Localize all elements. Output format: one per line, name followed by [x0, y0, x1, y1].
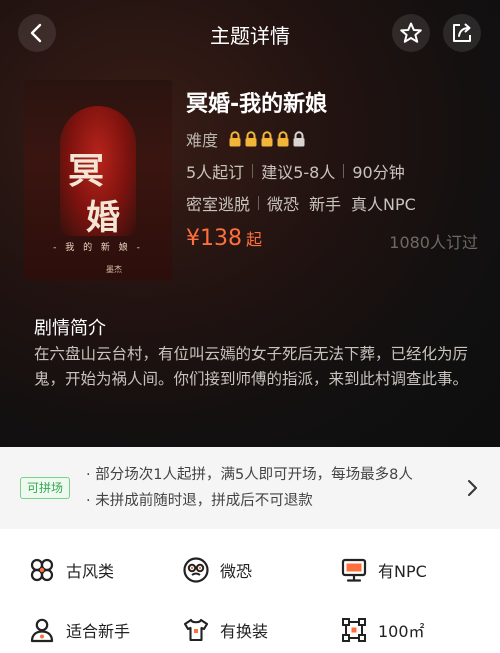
price-suffix: 起 — [246, 230, 263, 249]
lock-filled-icon — [229, 131, 241, 147]
difficulty-rating — [228, 131, 306, 147]
booked-count: 1080人订过 — [389, 233, 478, 252]
lock-filled-icon — [245, 131, 257, 147]
difficulty-label: 难度 — [186, 131, 219, 150]
difficulty-row: 难度 — [186, 127, 306, 151]
spec-item: 90分钟 — [352, 163, 405, 182]
ancient-style-icon — [28, 556, 56, 584]
tag: 真人NPC — [351, 195, 416, 214]
favorite-button[interactable] — [392, 14, 430, 52]
poster-title-char-2: 婚 — [86, 198, 120, 238]
plot-text: 在六盘山云台村，有位叫云嫣的女子死后无法下葬，已经化为厉鬼，开始为祸人间。你们接… — [34, 345, 469, 388]
chevron-right-icon — [468, 480, 477, 496]
spec-item: 建议5-8人 — [261, 163, 336, 182]
feature-label: 100㎡ — [378, 622, 425, 641]
area-icon — [340, 616, 368, 644]
feature-label: 微恐 — [220, 562, 253, 581]
feature-mild-horror: 微恐 — [182, 556, 252, 584]
tag: 密室逃脱 — [186, 195, 251, 214]
price: ¥138 起 — [186, 226, 262, 251]
beginner-icon — [28, 616, 56, 644]
feature-area: 100㎡ — [340, 616, 425, 644]
spec-item: 5人起订 — [186, 163, 245, 182]
lock-filled-icon — [277, 131, 289, 147]
group-booking-bar[interactable]: 可拼场 · 部分场次1人起拼，满5人即可开场，每场最多8人 · 未拼成前随时退，… — [0, 447, 500, 529]
group-rule: · 部分场次1人起拼，满5人即可开场，每场最多8人 — [86, 467, 413, 483]
lock-empty-icon — [293, 131, 305, 147]
poster-brand: 墨杰 — [106, 265, 122, 274]
divider — [252, 164, 254, 178]
group-badge: 可拼场 — [20, 477, 71, 499]
room-name: 冥婚-我的新娘 — [186, 92, 328, 117]
feature-costume: 有换装 — [182, 616, 268, 644]
divider — [258, 196, 260, 210]
feature-label: 有换装 — [220, 622, 269, 641]
npc-icon — [340, 556, 368, 584]
group-rule: · 未拼成前随时退，拼成后不可退款 — [86, 493, 313, 509]
price-value: ¥138 — [186, 226, 242, 251]
share-icon — [453, 23, 471, 42]
poster-image[interactable]: 冥 婚 - 我 的 新 娘 - 墨杰 — [24, 80, 172, 280]
feature-label: 古风类 — [66, 562, 115, 581]
feature-npc: 有NPC — [340, 556, 427, 584]
feature-beginner: 适合新手 — [28, 616, 130, 644]
feature-label: 适合新手 — [66, 622, 131, 641]
share-button[interactable] — [443, 14, 481, 52]
tag: 新手 — [309, 195, 342, 214]
star-icon — [400, 22, 422, 43]
plot-title: 剧情简介 — [34, 318, 106, 339]
feature-label: 有NPC — [378, 562, 427, 581]
divider — [343, 164, 345, 178]
room-specs: 5人起订 建议5-8人 90分钟 — [186, 159, 405, 183]
top-bar: 主题详情 — [0, 0, 500, 64]
poster-title-char-1: 冥 — [68, 150, 105, 192]
costume-icon — [182, 616, 210, 644]
lock-filled-icon — [261, 131, 273, 147]
poster-subtitle: - 我 的 新 娘 - — [53, 243, 143, 253]
tag: 微恐 — [267, 195, 300, 214]
feature-ancient-style: 古风类 — [28, 556, 114, 584]
mild-horror-icon — [182, 556, 210, 584]
room-tags: 密室逃脱 微恐 新手 真人NPC — [186, 191, 416, 215]
